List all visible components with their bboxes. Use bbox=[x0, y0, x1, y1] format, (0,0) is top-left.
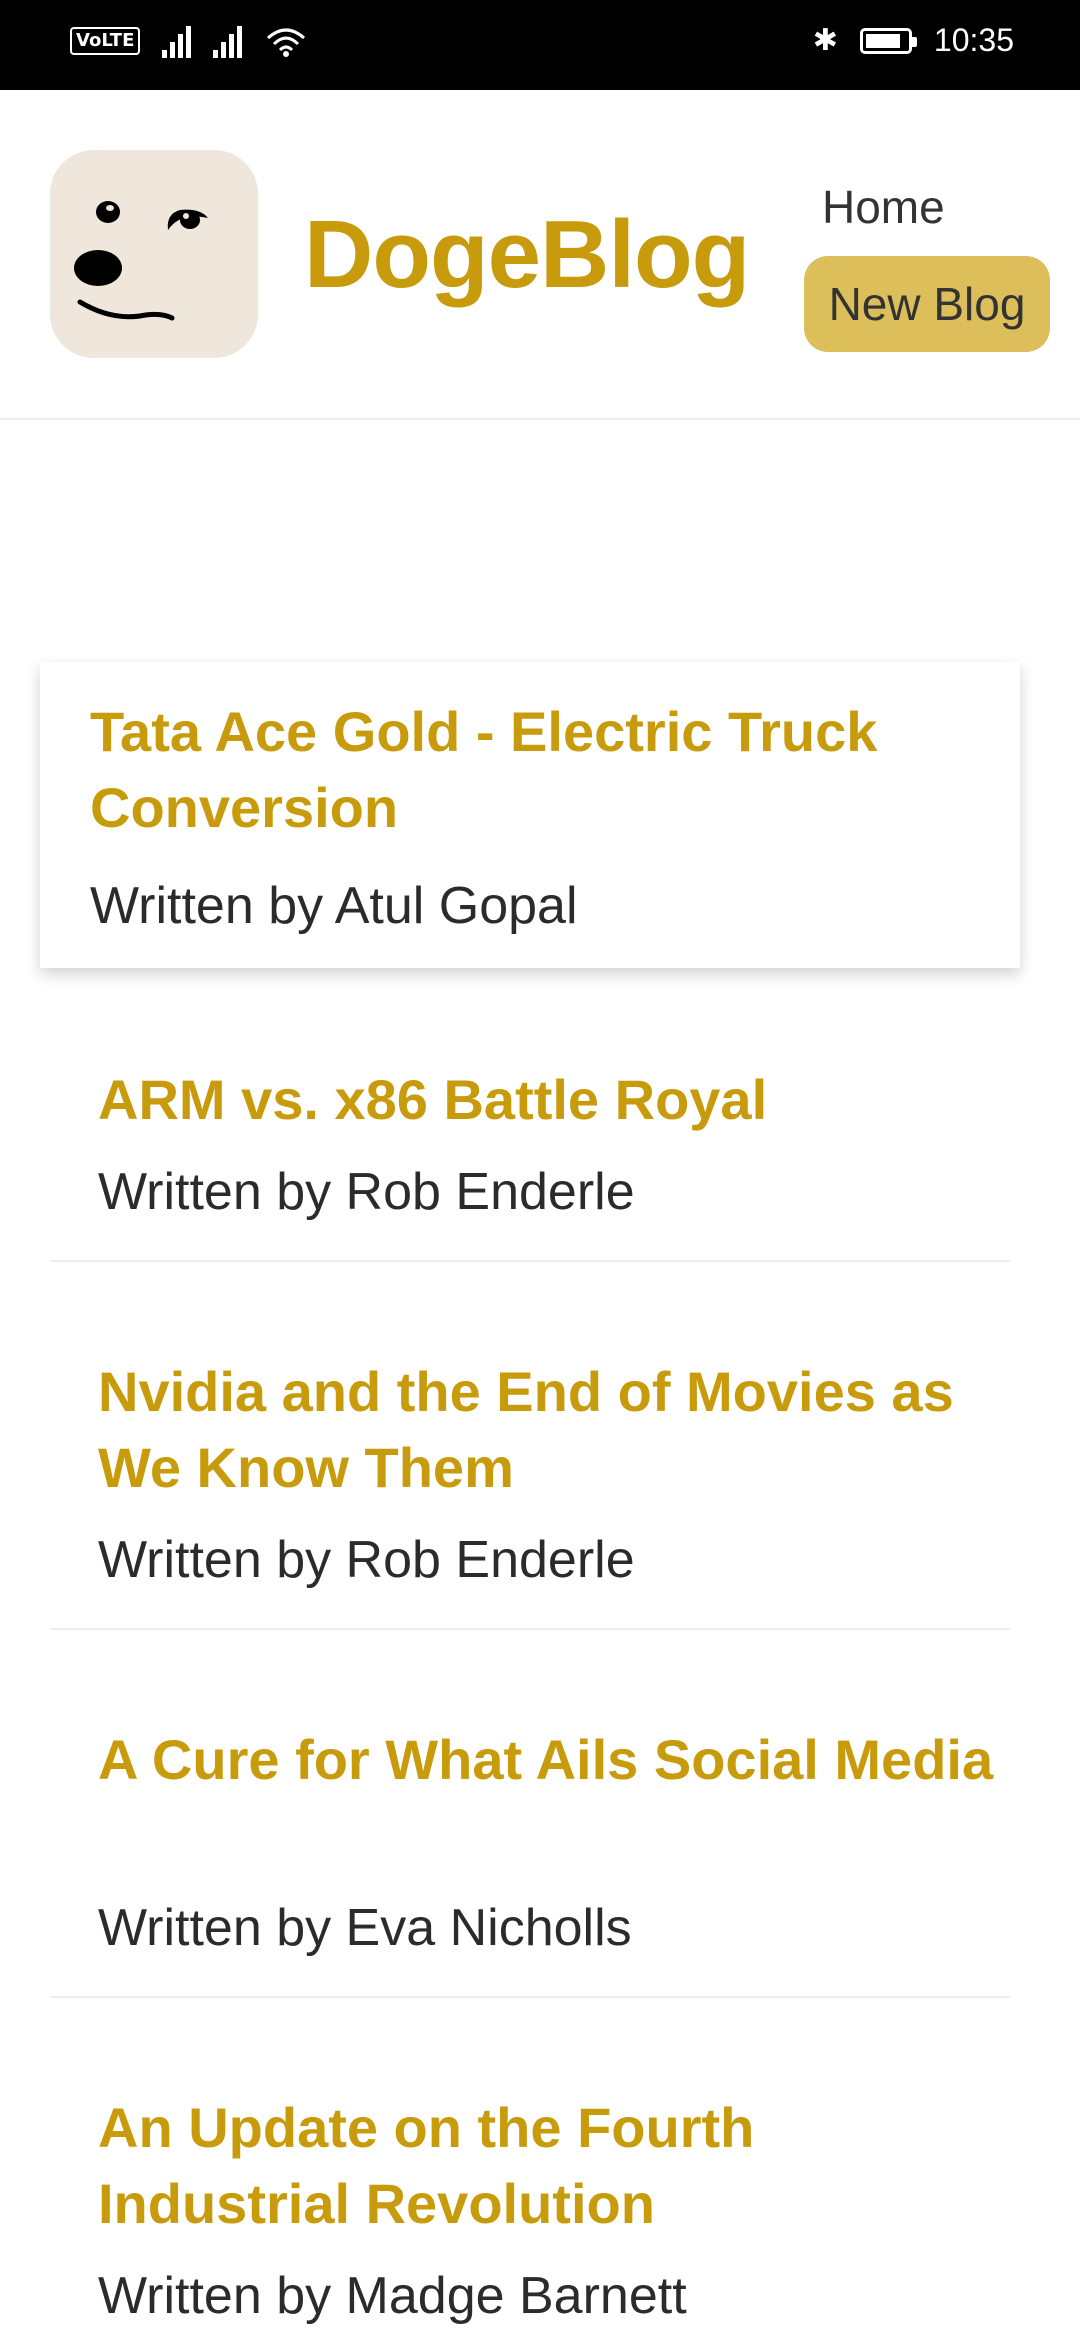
signal-1-icon bbox=[162, 24, 192, 58]
blog-author: Written by Rob Enderle bbox=[98, 1163, 635, 1221]
blog-title[interactable]: ARM vs. x86 Battle Royal bbox=[98, 1062, 998, 1138]
doge-logo-icon bbox=[50, 150, 258, 358]
status-bar: VoLTE ✱ 10:35 bbox=[0, 0, 1080, 90]
blog-author: Written by Eva Nicholls bbox=[98, 1899, 632, 1957]
volte-badge: VoLTE bbox=[70, 27, 141, 55]
blog-title[interactable]: An Update on the Fourth Industrial Revol… bbox=[98, 2090, 998, 2242]
blog-item-3[interactable]: A Cure for What Ails Social Media Writte… bbox=[50, 1722, 1010, 1998]
blog-author: Written by Madge Barnett bbox=[98, 2267, 687, 2325]
bluetooth-icon: ✱ bbox=[812, 23, 838, 58]
navbar: DogeBlog Home New Blog bbox=[0, 90, 1080, 420]
brand-title[interactable]: DogeBlog bbox=[304, 200, 750, 310]
blog-title[interactable]: Tata Ace Gold - Electric Truck Conversio… bbox=[90, 694, 990, 846]
wifi-icon bbox=[267, 28, 306, 57]
blog-item-0[interactable]: Tata Ace Gold - Electric Truck Conversio… bbox=[40, 662, 1020, 968]
blog-title[interactable]: A Cure for What Ails Social Media bbox=[98, 1722, 998, 1798]
status-right: ✱ 10:35 bbox=[813, 22, 1014, 59]
blog-title[interactable]: Nvidia and the End of Movies as We Know … bbox=[98, 1354, 998, 1506]
nav-home-link[interactable]: Home bbox=[822, 180, 945, 234]
blog-item-4[interactable]: An Update on the Fourth Industrial Revol… bbox=[50, 2090, 1010, 2340]
new-blog-button[interactable]: New Blog bbox=[804, 256, 1050, 352]
blog-item-1[interactable]: ARM vs. x86 Battle Royal Written by Rob … bbox=[50, 1062, 1010, 1262]
blog-author: Written by Atul Gopal bbox=[90, 877, 578, 935]
battery-level bbox=[865, 33, 900, 48]
blog-item-2[interactable]: Nvidia and the End of Movies as We Know … bbox=[50, 1354, 1010, 1630]
status-time: 10:35 bbox=[933, 22, 1014, 58]
signal-2-icon bbox=[213, 24, 243, 58]
battery-icon bbox=[859, 27, 917, 54]
status-left: VoLTE bbox=[70, 24, 308, 58]
blog-author: Written by Rob Enderle bbox=[98, 1531, 635, 1589]
